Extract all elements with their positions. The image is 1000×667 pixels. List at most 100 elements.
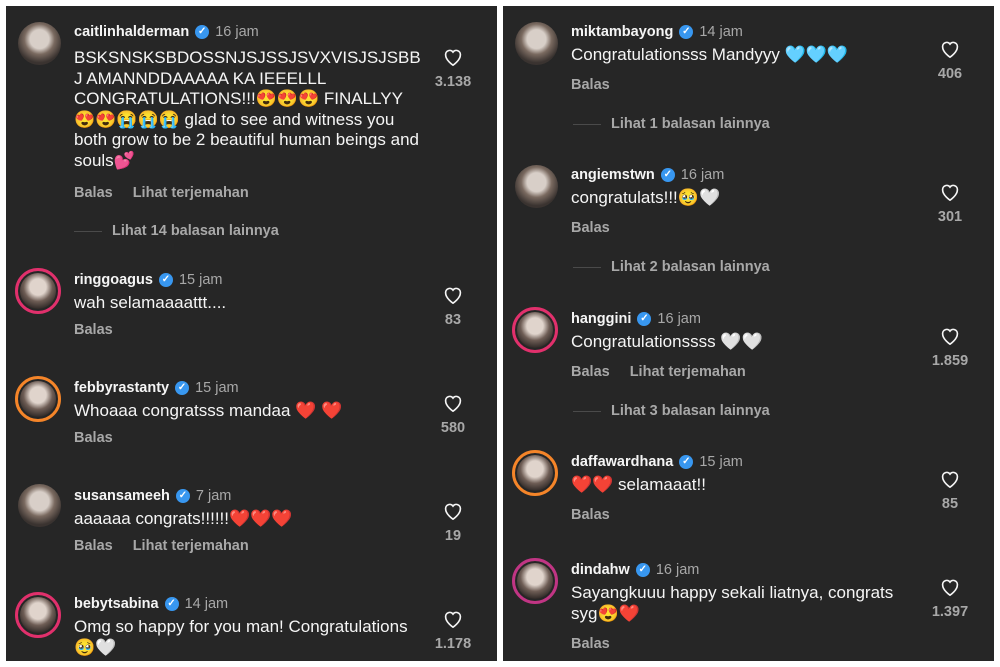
reply-button[interactable]: Balas [571,220,610,236]
reply-button[interactable]: Balas [74,538,113,554]
like-control: 19 [433,502,473,544]
comment-actions: Balas [571,220,610,236]
like-control: 1.859 [930,327,970,369]
heart-icon[interactable] [443,502,463,520]
reply-button[interactable]: Balas [571,636,610,652]
comment-text: BSKSNSKSBDOSSNJSJSSJSVXVISJSJSBBJ AMANND… [74,48,421,170]
username[interactable]: susansameeh [74,488,170,504]
heart-icon[interactable] [443,610,463,628]
comment-text: wah selamaaaattt.... [74,293,227,312]
comment-item: daffawardhana ✓ 15 jam ❤️❤️ selamaaat!! … [503,444,994,544]
comment-header: angiemstwn ✓ 16 jam [571,167,724,183]
comment-text: Omg so happy for you man! Congratulation… [74,617,408,657]
reply-button[interactable]: Balas [74,185,113,201]
comment-item: angiemstwn ✓ 16 jam congratulats!!!🥹🤍 Ba… [503,157,994,287]
comment-text: Sayangkuuu happy sekali liatnya, congrat… [571,583,894,623]
username[interactable]: dindahw [571,562,630,578]
timestamp: 14 jam [184,596,229,612]
heart-icon[interactable] [443,286,463,304]
comment-item: hanggini ✓ 16 jam Congratulationssss 🤍🤍 … [503,301,994,431]
username[interactable]: angiemstwn [571,167,655,183]
timestamp: 14 jam [699,24,743,40]
heart-icon[interactable] [940,470,960,488]
like-count: 1.397 [931,604,969,620]
username[interactable]: hanggini [571,311,631,327]
username[interactable]: caitlinhalderman [74,24,189,40]
avatar[interactable] [15,592,61,638]
heart-icon[interactable] [443,394,463,412]
username[interactable]: bebytsabina [74,596,159,612]
replies-divider [573,410,601,412]
avatar[interactable] [515,22,558,65]
timestamp: 7 jam [195,488,232,504]
comment-item: bebytsabina ✓ 14 jam Omg so happy for yo… [6,586,497,661]
like-control: 580 [433,394,473,436]
comment-item: susansameeh ✓ 7 jam aaaaaa congrats!!!!!… [6,478,497,578]
comment-actions: Balas [571,507,610,523]
view-replies[interactable]: Lihat 14 balasan lainnya [74,223,279,239]
username[interactable]: febbyrastanty [74,380,169,396]
verified-badge-icon: ✓ [637,312,652,326]
verified-badge-icon: ✓ [195,25,210,39]
see-translation-button[interactable]: Lihat terjemahan [133,185,249,201]
heart-icon[interactable] [940,183,960,201]
like-control: 1.178 [433,610,473,652]
like-count: 301 [937,209,963,225]
view-replies[interactable]: Lihat 3 balasan lainnya [573,403,770,419]
avatar[interactable] [18,484,61,527]
comment-item: dindahw ✓ 16 jam Sayangkuuu happy sekali… [503,552,994,661]
verified-badge-icon: ✓ [679,455,694,469]
like-count: 1.178 [434,636,472,652]
username[interactable]: daffawardhana [571,454,673,470]
reply-button[interactable]: Balas [74,322,113,338]
reply-button[interactable]: Balas [74,430,113,446]
see-translation-button[interactable]: Lihat terjemahan [133,538,249,554]
view-replies-label: Lihat 1 balasan lainnya [611,116,770,132]
view-replies[interactable]: Lihat 2 balasan lainnya [573,259,770,275]
comment-header: daffawardhana ✓ 15 jam [571,454,743,470]
reply-button[interactable]: Balas [571,364,610,380]
comment-header: miktambayong ✓ 14 jam [571,24,743,40]
avatar[interactable] [15,376,61,422]
reply-button[interactable]: Balas [571,77,610,93]
like-count: 3.138 [434,74,472,90]
timestamp: 15 jam [178,272,223,288]
heart-icon[interactable] [940,578,960,596]
avatar[interactable] [512,307,558,353]
comment-actions: Balas Lihat terjemahan [74,185,249,201]
avatar[interactable] [18,22,61,65]
see-translation-button[interactable]: Lihat terjemahan [630,364,746,380]
comment-header: febbyrastanty ✓ 15 jam [74,380,239,396]
comment-actions: Balas [74,322,113,338]
like-count: 580 [440,420,466,436]
comment-actions: Balas Lihat terjemahan [571,364,746,380]
verified-badge-icon: ✓ [158,273,173,287]
comment-text: aaaaaa congrats!!!!!!❤️❤️❤️ [74,509,293,528]
avatar[interactable] [515,165,558,208]
comment-item: miktambayong ✓ 14 jam Congratulationsss … [503,14,994,144]
username[interactable]: miktambayong [571,24,673,40]
like-count: 1.859 [931,353,969,369]
comment-header: bebytsabina ✓ 14 jam [74,596,228,612]
avatar[interactable] [512,558,558,604]
avatar[interactable] [512,450,558,496]
avatar[interactable] [15,268,61,314]
comment-item: caitlinhalderman ✓ 16 jam BSKSNSKSBDOSSN… [6,14,497,254]
username[interactable]: ringgoagus [74,272,153,288]
like-control: 85 [930,470,970,512]
like-control: 83 [433,286,473,328]
view-replies[interactable]: Lihat 1 balasan lainnya [573,116,770,132]
like-count: 19 [444,528,462,544]
comment-item: ringgoagus ✓ 15 jam wah selamaaaattt....… [6,262,497,362]
reply-button[interactable]: Balas [571,507,610,523]
heart-icon[interactable] [940,40,960,58]
heart-icon[interactable] [443,48,463,66]
heart-icon[interactable] [940,327,960,345]
timestamp: 16 jam [657,311,701,327]
verified-badge-icon: ✓ [175,489,190,503]
comment-header: hanggini ✓ 16 jam [571,311,701,327]
comment-text: Congratulationsss Mandyyy 🩵🩵🩵 [571,45,849,64]
timestamp: 16 jam [215,24,259,40]
view-replies-label: Lihat 14 balasan lainnya [112,223,279,239]
comment-header: dindahw ✓ 16 jam [571,562,699,578]
